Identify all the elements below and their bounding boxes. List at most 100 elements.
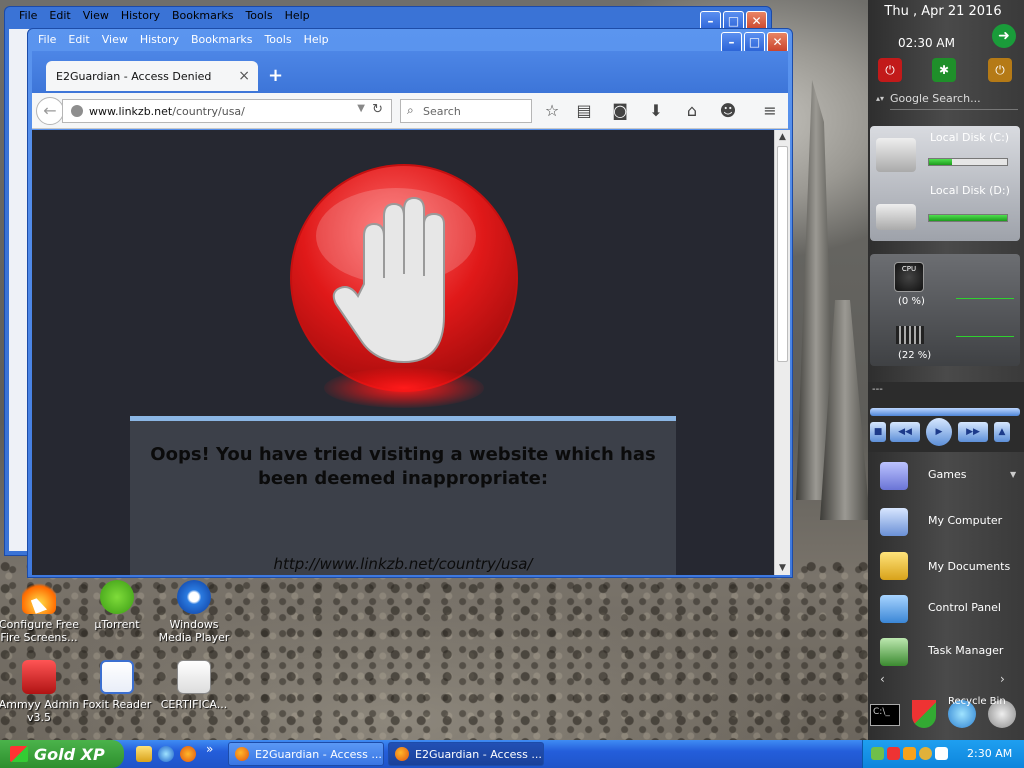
tab-e2guardian[interactable]: E2Guardian - Access Denied × xyxy=(46,61,258,91)
windows-flag-icon xyxy=(10,746,28,762)
menu-tools[interactable]: Tools xyxy=(258,31,297,49)
desktop-icon-media-player[interactable]: Windows Media Player xyxy=(153,580,235,644)
arrow-left-icon: ← xyxy=(43,101,57,120)
menu-bookmarks[interactable]: Bookmarks xyxy=(166,7,239,25)
sidebar-item-my-computer[interactable]: My Computer xyxy=(928,514,1002,527)
vertical-scrollbar[interactable]: ▲ ▼ xyxy=(774,130,790,575)
url-bar[interactable]: www.linkzb.net/country/usa/ ▼ ↻ xyxy=(62,99,392,123)
reading-list-icon[interactable]: ▤ xyxy=(574,101,594,120)
sidebar-item-my-documents[interactable]: My Documents xyxy=(928,560,1010,573)
scroll-down-icon[interactable]: ▼ xyxy=(777,563,788,573)
chevron-right-icon[interactable]: › xyxy=(1000,672,1005,686)
taskbar-task-2[interactable]: E2Guardian - Access ... xyxy=(388,742,544,766)
arrow-right-icon[interactable]: ➜ xyxy=(992,24,1016,48)
menu-help[interactable]: Help xyxy=(298,31,335,49)
hello-icon[interactable]: ☻ xyxy=(718,101,738,120)
back-button[interactable]: ← xyxy=(36,97,64,125)
home-icon[interactable]: ⌂ xyxy=(682,101,702,120)
minimize-button[interactable]: – xyxy=(721,32,742,53)
tray-volume-icon[interactable] xyxy=(935,747,948,760)
rewind-button[interactable]: ◀◀ xyxy=(890,422,920,442)
quicklaunch-folder-icon[interactable] xyxy=(136,746,152,762)
menu-help[interactable]: Help xyxy=(279,7,316,25)
disk-d-label: Local Disk (D:) xyxy=(930,184,1010,197)
tray-shield-icon[interactable] xyxy=(887,747,900,760)
pocket-icon[interactable]: ◙ xyxy=(610,101,630,120)
menu-view[interactable]: View xyxy=(77,7,115,25)
tray-network-icon[interactable] xyxy=(871,747,884,760)
message-box: Oops! You have tried visiting a website … xyxy=(130,416,676,575)
internet-explorer-icon[interactable] xyxy=(158,746,174,762)
fast-forward-button[interactable]: ▶▶ xyxy=(958,422,988,442)
start-button[interactable]: Gold XP xyxy=(0,740,124,768)
new-tab-icon[interactable]: + xyxy=(268,65,283,86)
stop-button[interactable]: ■ xyxy=(870,422,886,442)
chevron-left-icon[interactable]: ‹ xyxy=(880,672,885,686)
firefox-icon xyxy=(395,747,409,761)
desktop-icon-foxit[interactable]: Foxit Reader xyxy=(76,660,158,711)
restart-icon[interactable]: ✱ xyxy=(932,58,956,82)
maximize-button[interactable]: □ xyxy=(744,32,765,53)
scrollbar-thumb[interactable] xyxy=(777,146,788,362)
menu-view[interactable]: View xyxy=(96,31,134,49)
browser-window[interactable]: File Edit View History Bookmarks Tools H… xyxy=(27,28,793,578)
menu-history[interactable]: History xyxy=(115,7,166,25)
command-prompt-icon[interactable]: C:\_ xyxy=(870,704,900,726)
desktop-icon-label: µTorrent xyxy=(94,618,140,631)
task-manager-icon xyxy=(880,638,908,666)
menu-file[interactable]: File xyxy=(13,7,43,25)
drive-icon xyxy=(876,204,916,230)
menu-bookmarks[interactable]: Bookmarks xyxy=(185,31,258,49)
desktop-icon-utorrent[interactable]: µTorrent xyxy=(76,580,158,631)
sidebar-item-task-manager[interactable]: Task Manager xyxy=(928,644,1003,657)
search-dropdown-icon[interactable]: ▴▾ xyxy=(876,94,884,103)
quicklaunch-more-icon[interactable]: » xyxy=(206,742,213,756)
bookmark-star-icon[interactable]: ☆ xyxy=(542,101,562,120)
download-icon[interactable]: ⬇ xyxy=(646,101,666,120)
denied-message: Oops! You have tried visiting a website … xyxy=(150,444,656,489)
recycle-bin-label[interactable]: Recycle Bin xyxy=(948,696,1006,707)
sidebar-search-placeholder: Google Search... xyxy=(890,92,981,105)
utorrent-icon xyxy=(100,580,134,614)
play-button[interactable]: ▶ xyxy=(926,418,952,446)
security-shield-icon[interactable] xyxy=(912,700,936,728)
ram-graph-line xyxy=(956,336,1014,337)
window-controls: – □ ✕ xyxy=(721,32,788,53)
tray-smiley-icon[interactable] xyxy=(919,747,932,760)
taskbar-task-1[interactable]: E2Guardian - Access ... xyxy=(228,742,384,766)
power-off-icon[interactable]: ⏻ xyxy=(878,58,902,82)
menu-file[interactable]: File xyxy=(32,31,62,49)
sidebar-search-input[interactable]: Google Search... xyxy=(890,92,1018,110)
player-progress-bar[interactable] xyxy=(870,408,1020,416)
ram-usage: (22 %) xyxy=(898,350,932,361)
menu-tools[interactable]: Tools xyxy=(239,7,278,25)
eject-button[interactable]: ▲ xyxy=(994,422,1010,442)
chevron-down-icon[interactable]: ▼ xyxy=(1010,470,1016,479)
control-panel-icon xyxy=(880,595,908,623)
tab-title: E2Guardian - Access Denied xyxy=(56,70,212,83)
firefox-icon[interactable] xyxy=(180,746,196,762)
menu-history[interactable]: History xyxy=(134,31,185,49)
menu-edit[interactable]: Edit xyxy=(43,7,76,25)
tray-update-icon[interactable] xyxy=(903,747,916,760)
logoff-icon[interactable]: ⏻ xyxy=(988,58,1012,82)
scroll-up-icon[interactable]: ▲ xyxy=(777,132,788,142)
menu-edit[interactable]: Edit xyxy=(62,31,95,49)
close-button[interactable]: ✕ xyxy=(767,32,788,53)
disk-panel: Local Disk (C:) Local Disk (D:) xyxy=(870,126,1020,241)
sidebar-item-games[interactable]: Games xyxy=(928,468,966,481)
cpu-graph-line xyxy=(956,298,1014,299)
dropdown-arrow-icon[interactable]: ▼ xyxy=(357,103,365,114)
search-input[interactable]: ⌕ Search xyxy=(400,99,532,123)
page-content: Oops! You have tried visiting a website … xyxy=(32,130,774,575)
reload-icon[interactable]: ↻ xyxy=(372,102,383,117)
close-tab-icon[interactable]: × xyxy=(238,68,250,84)
pdf-file-icon xyxy=(177,660,211,694)
taskbar: Gold XP » E2Guardian - Access ... E2Guar… xyxy=(0,740,1024,768)
hamburger-menu-icon[interactable]: ≡ xyxy=(760,101,780,120)
desktop-icon-ammyy[interactable]: Ammyy Admin v3.5 xyxy=(0,660,80,724)
desktop-icon-certificate[interactable]: CERTIFICA... xyxy=(153,660,235,711)
search-placeholder: Search xyxy=(423,105,461,118)
sidebar-item-control-panel[interactable]: Control Panel xyxy=(928,601,1001,614)
desktop-icon-label: Ammyy Admin v3.5 xyxy=(0,698,80,724)
